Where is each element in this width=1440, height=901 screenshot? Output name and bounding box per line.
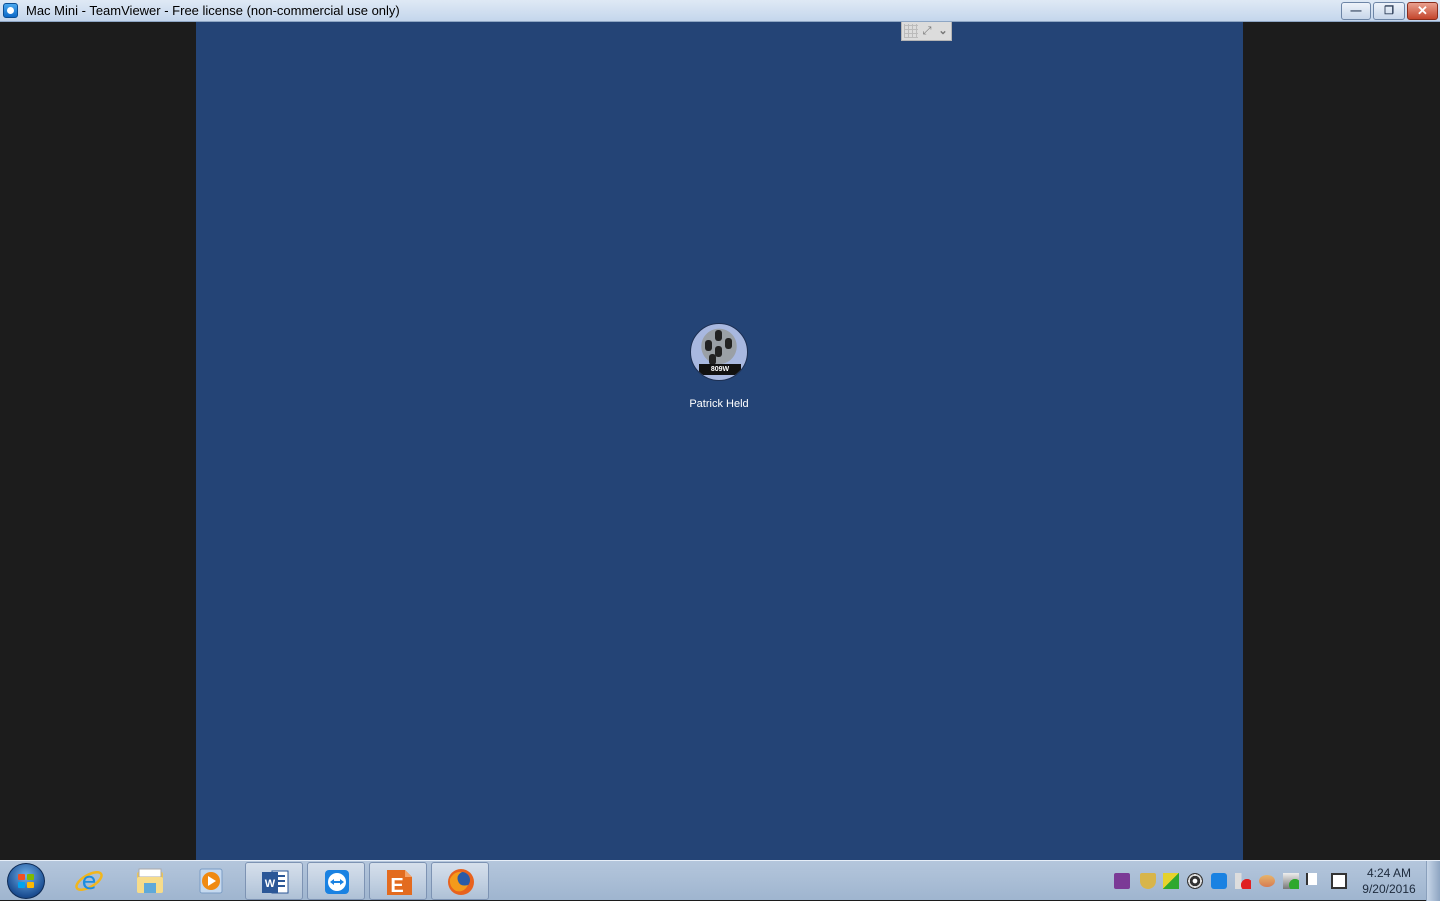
taskbar-media-player[interactable] [182,862,240,900]
printer-add-icon[interactable] [1283,873,1299,889]
internet-explorer-icon: e [75,867,103,895]
restore-icon: ❐ [1384,5,1394,17]
taskbar-teamviewer[interactable] [307,862,365,900]
teamviewer-icon [325,870,349,894]
svg-text:W: W [265,878,276,890]
minimize-button[interactable]: — [1341,2,1371,20]
avatar-detail [715,330,722,341]
taskbar-file-explorer[interactable] [121,862,179,900]
minimize-icon: — [1350,5,1362,17]
avatar-caption: 809W [699,364,741,375]
svg-text:E: E [390,875,403,897]
e-app-icon: E [387,870,412,897]
user-name[interactable]: Patrick Held [656,398,782,410]
network-monitor-icon[interactable] [1163,873,1179,889]
volume-muted-icon[interactable] [1235,873,1251,889]
firefox-icon [448,869,474,895]
remote-toolbar: ⤢ ⌄ [901,22,952,41]
restore-button[interactable]: ❐ [1373,2,1405,20]
window-title: Mac Mini - TeamViewer - Free license (no… [26,3,400,18]
windows-logo-icon [18,874,35,889]
teamviewer-tray-icon[interactable] [1211,873,1227,889]
fullscreen-icon[interactable]: ⤢ [920,24,934,38]
spiral-icon[interactable] [1187,873,1203,889]
show-desktop-button[interactable] [1426,861,1440,901]
avatar-detail [715,346,722,357]
cloud-icon[interactable] [1259,875,1275,887]
security-shield-icon[interactable] [1140,873,1156,889]
user-avatar[interactable]: 809W [690,323,748,381]
grid-icon[interactable] [904,24,918,38]
clock[interactable]: 4:24 AM 9/20/2016 [1354,865,1424,897]
taskbar-e-app[interactable]: E [369,862,427,900]
network-icon[interactable] [1331,873,1347,889]
onenote-clip-icon[interactable] [1114,873,1130,889]
media-player-icon [199,868,223,894]
remote-screen[interactable]: ⤢ ⌄ 809W Patrick Held [196,22,1243,860]
word-icon: W [262,870,289,894]
svg-text:e: e [82,867,97,895]
teamviewer-icon[interactable] [3,3,18,18]
close-button[interactable]: ✕ [1407,2,1438,20]
taskbar-word[interactable]: W [245,862,303,900]
chevron-down-icon[interactable]: ⌄ [936,24,950,38]
clock-date: 9/20/2016 [1362,882,1416,896]
close-icon: ✕ [1417,3,1428,18]
action-center-flag-icon[interactable] [1306,873,1322,885]
taskbar-firefox[interactable] [431,862,489,900]
clock-time: 4:24 AM [1366,866,1412,880]
avatar-detail [705,340,712,351]
title-bar: Mac Mini - TeamViewer - Free license (no… [0,0,1440,22]
folder-icon [137,868,163,893]
taskbar-internet-explorer[interactable]: e [60,862,118,900]
taskbar: e W E 4:24 AM 9/20/2016 [0,860,1440,901]
avatar-detail [725,338,732,349]
start-button[interactable] [7,863,45,899]
